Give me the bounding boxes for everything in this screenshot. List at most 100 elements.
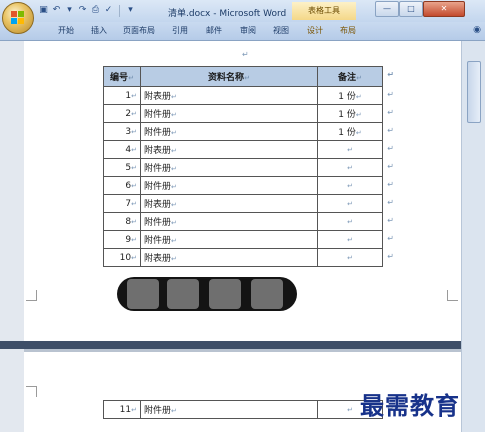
- print-preview-icon[interactable]: ⎙: [90, 5, 101, 16]
- cell-note[interactable]: ↵ ↵: [317, 158, 394, 177]
- header-number[interactable]: 编号↵: [103, 66, 141, 87]
- row-end-mark: ↵: [387, 90, 394, 99]
- tab-view[interactable]: 视图: [273, 25, 289, 36]
- row-end-mark: ↵: [387, 126, 394, 135]
- cell-name[interactable]: 附件册↵: [140, 104, 318, 123]
- document-table-continued[interactable]: 11↵ 附件册↵ ↵ ↵: [103, 400, 394, 419]
- cell-note[interactable]: ↵ ↵: [317, 230, 394, 249]
- cell-note[interactable]: ↵ ↵: [317, 140, 394, 159]
- cell-number[interactable]: 2↵: [103, 104, 141, 123]
- cell-note[interactable]: ↵ ↵: [317, 212, 394, 231]
- header-name[interactable]: 资料名称↵: [140, 66, 318, 87]
- cell-name[interactable]: 附件册↵: [140, 400, 318, 419]
- row-end-mark: ↵: [387, 216, 394, 225]
- cell-mark: ↵: [355, 93, 362, 101]
- cell-mark: ↵: [355, 111, 362, 119]
- quick-access-toolbar: ▣ ↶ ▾ ↷ ⎙ ✓ ▾: [38, 5, 136, 17]
- cell-mark: ↵: [347, 199, 353, 208]
- tab-references[interactable]: 引用: [172, 25, 188, 36]
- table-row: 7↵ 附表册↵ ↵ ↵: [103, 194, 394, 213]
- cell-mark: ↵: [355, 129, 362, 137]
- window-title: 清单.docx - Microsoft Word: [168, 9, 287, 19]
- maximize-button[interactable]: □: [399, 1, 423, 17]
- watermark: 最需教育: [360, 391, 460, 420]
- cell-name-text: 附件册: [144, 218, 172, 228]
- cell-mark: ↵: [356, 74, 362, 82]
- cell-number[interactable]: 6↵: [103, 176, 141, 195]
- cell-number[interactable]: 7↵: [103, 194, 141, 213]
- save-icon[interactable]: ▣: [38, 5, 49, 16]
- cell-name[interactable]: 附件册↵: [140, 176, 318, 195]
- row-end-mark: ↵: [387, 162, 394, 171]
- cell-name[interactable]: 附件册↵: [140, 158, 318, 177]
- minimize-button[interactable]: —: [375, 1, 399, 17]
- cell-number[interactable]: 11↵: [103, 400, 141, 419]
- office-button[interactable]: [2, 2, 34, 34]
- cell-mark: ↵: [171, 93, 177, 101]
- help-icon[interactable]: ◉: [473, 25, 481, 35]
- row-end-mark: ↵: [387, 252, 394, 261]
- cell-mark: ↵: [131, 405, 137, 414]
- tab-insert[interactable]: 插入: [91, 25, 107, 36]
- cell-mark: ↵: [347, 235, 353, 244]
- cell-number[interactable]: 5↵: [103, 158, 141, 177]
- table-row: 9↵ 附件册↵ ↵ ↵: [103, 230, 394, 249]
- cell-name[interactable]: 附表册↵: [140, 140, 318, 159]
- cell-number[interactable]: 3↵: [103, 122, 141, 141]
- spellcheck-icon[interactable]: ✓: [103, 5, 114, 16]
- cell-number[interactable]: 8↵: [103, 212, 141, 231]
- tab-design[interactable]: 设计: [307, 25, 323, 36]
- cell-number[interactable]: 1↵: [103, 86, 141, 105]
- row-end-mark: ↵: [387, 108, 394, 117]
- row-end-mark: ↵: [387, 144, 394, 153]
- cell-number[interactable]: 9↵: [103, 230, 141, 249]
- cell-name[interactable]: 附件册↵: [140, 230, 318, 249]
- cell-name-text: 附件册: [144, 164, 172, 174]
- table-row: 3↵ 附件册↵ 1 份↵ ↵: [103, 122, 394, 141]
- cell-mark: ↵: [131, 181, 137, 190]
- customize-icon[interactable]: ▾: [125, 5, 136, 16]
- cell-mark: ↵: [131, 199, 137, 208]
- cell-mark: ↵: [171, 129, 177, 137]
- cell-name[interactable]: 附表册↵: [140, 248, 318, 267]
- crop-mark-top-left: [26, 386, 37, 397]
- vertical-scrollbar[interactable]: [461, 41, 485, 432]
- tab-mailings[interactable]: 邮件: [206, 25, 222, 36]
- close-button[interactable]: ✕: [423, 1, 465, 17]
- cell-name[interactable]: 附表册↵: [140, 86, 318, 105]
- undo-dropdown-icon[interactable]: ▾: [64, 5, 75, 16]
- cell-mark: ↵: [347, 405, 353, 414]
- cell-note[interactable]: ↵ ↵: [317, 194, 394, 213]
- tab-home[interactable]: 开始: [58, 25, 74, 36]
- cell-note[interactable]: ↵ ↵: [317, 176, 394, 195]
- tab-review[interactable]: 审阅: [240, 25, 256, 36]
- cell-mark: ↵: [347, 253, 353, 262]
- tab-page-layout[interactable]: 页面布局: [123, 25, 155, 36]
- cell-name[interactable]: 附件册↵: [140, 212, 318, 231]
- cell-name-text: 附件册: [144, 236, 172, 246]
- cell-mark: ↵: [171, 219, 177, 227]
- cell-name-text: 附件册: [144, 182, 172, 192]
- table-row: 4↵ 附表册↵ ↵ ↵: [103, 140, 394, 159]
- cell-note[interactable]: ↵ ↵: [317, 248, 394, 267]
- cell-name[interactable]: 附件册↵: [140, 122, 318, 141]
- scrollbar-thumb[interactable]: [467, 61, 481, 123]
- cell-mark: ↵: [131, 235, 137, 244]
- crop-mark-bottom-left: [26, 290, 37, 301]
- cell-mark: ↵: [347, 163, 353, 172]
- tab-layout[interactable]: 布局: [340, 25, 356, 36]
- document-table[interactable]: 编号↵ 资料名称↵ 备注↵ ↵ 1↵ 附表册↵ 1 份↵ ↵ 2↵ 附件册↵ 1 份↵ ↵ 3↵ 附…: [103, 66, 394, 267]
- cell-note[interactable]: 1 份↵ ↵: [317, 104, 394, 123]
- cell-note[interactable]: 1 份↵ ↵: [317, 122, 394, 141]
- cell-name[interactable]: 附表册↵: [140, 194, 318, 213]
- cell-number[interactable]: 4↵: [103, 140, 141, 159]
- cell-note[interactable]: 1 份↵ ↵: [317, 86, 394, 105]
- cell-mark: ↵: [347, 217, 353, 226]
- redo-icon[interactable]: ↷: [77, 5, 88, 16]
- cell-number[interactable]: 10↵: [103, 248, 141, 267]
- toolbar-separator: [119, 5, 120, 17]
- header-note[interactable]: 备注↵ ↵: [317, 66, 394, 87]
- cell-name-text: 附表册: [144, 200, 172, 210]
- crop-mark-bottom-right: [447, 290, 458, 301]
- undo-icon[interactable]: ↶: [51, 5, 62, 16]
